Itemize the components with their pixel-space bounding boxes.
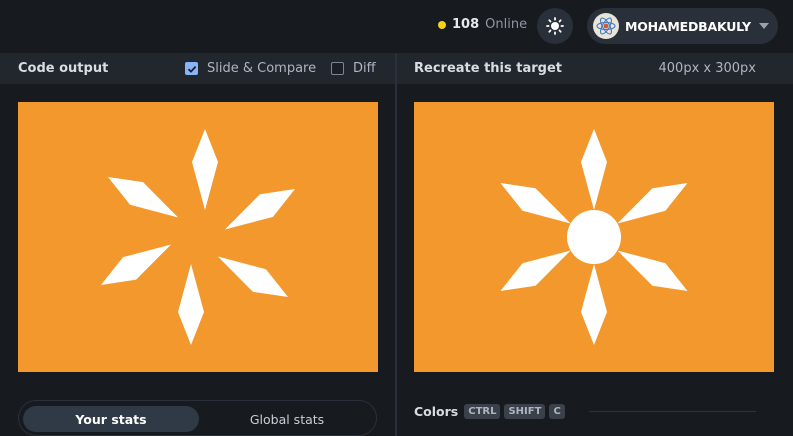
flower-output-image (100, 129, 296, 345)
avatar (593, 13, 619, 39)
colors-title: Colors (414, 404, 459, 419)
online-dot-icon (438, 20, 446, 29)
stats-tabs: Your stats Global stats (18, 400, 377, 436)
target-title: Recreate this target (414, 61, 563, 76)
theme-toggle-button[interactable] (537, 8, 573, 44)
slide-compare-label: Slide & Compare (207, 61, 317, 76)
user-menu-button[interactable]: MOHAMEDBAKULY (587, 8, 778, 44)
code-output-canvas[interactable] (18, 102, 378, 372)
top-bar: 108 Online MOHAMEDBAKULY (0, 0, 793, 52)
diff-checkbox[interactable]: Diff (331, 61, 376, 76)
target-dimensions: 400px x 300px (658, 61, 756, 76)
online-count: 108 (452, 17, 480, 32)
kbd-shift: SHIFT (504, 404, 546, 419)
atom-avatar-icon (596, 17, 616, 35)
code-output-title: Code output (18, 61, 109, 76)
online-label: Online (485, 17, 528, 32)
colors-section: Colors CTRL SHIFT C (414, 404, 569, 419)
sun-icon (546, 17, 564, 35)
tab-your-stats[interactable]: Your stats (23, 406, 199, 432)
checkbox-checked-icon (185, 62, 198, 75)
colors-divider (589, 411, 756, 412)
code-output-header: Code output Slide & Compare Diff (0, 53, 395, 84)
panel-divider[interactable] (395, 53, 397, 436)
kbd-c: C (549, 404, 565, 419)
target-canvas[interactable] (414, 102, 774, 372)
chevron-down-icon (758, 23, 769, 29)
flower-target-image (500, 129, 688, 345)
online-indicator: 108 Online (438, 17, 527, 32)
username: MOHAMEDBAKULY (625, 18, 751, 34)
checkbox-unchecked-icon (331, 62, 344, 75)
slide-compare-checkbox[interactable]: Slide & Compare (185, 61, 316, 76)
tab-global-stats[interactable]: Global stats (201, 406, 373, 432)
kbd-ctrl: CTRL (464, 404, 501, 419)
diff-label: Diff (353, 61, 376, 76)
target-header: Recreate this target 400px x 300px (397, 53, 793, 84)
